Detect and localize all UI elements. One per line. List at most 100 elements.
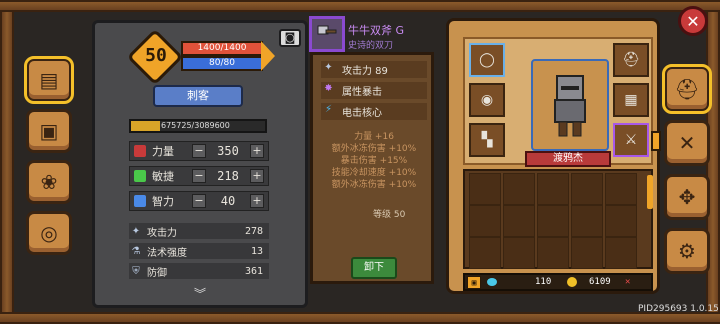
inventory-slot[interactable] bbox=[605, 205, 637, 237]
inventory-slot[interactable] bbox=[469, 173, 501, 205]
panel-handle[interactable] bbox=[651, 131, 661, 151]
gear-bag-icon: ❀ bbox=[40, 170, 58, 194]
crit-icon: ✸ bbox=[324, 83, 333, 94]
knight-avatar-icon bbox=[554, 75, 586, 137]
inventory-slot[interactable] bbox=[503, 205, 535, 237]
intelligence-minus-button[interactable]: − bbox=[192, 194, 206, 208]
tab-compass[interactable]: ✥ bbox=[664, 174, 710, 220]
combat-stat-defense: ⛨ 防御 361 bbox=[129, 263, 269, 279]
attribute-row-intelligence: 智力 − 40 + bbox=[129, 191, 269, 211]
scroll-down-icon[interactable]: ︾ bbox=[185, 285, 215, 301]
cross-mark-icon: ✕ bbox=[625, 277, 631, 287]
attribute-value: 218 bbox=[217, 169, 239, 183]
combat-stat-value: 361 bbox=[244, 265, 263, 277]
inventory-slot[interactable] bbox=[469, 205, 501, 237]
equip-slot-ring[interactable]: ◉ bbox=[469, 83, 505, 117]
combat-stat-value: 278 bbox=[244, 225, 263, 237]
item-detail-panel: ✦ 攻击力 89 ✸ 属性暴击 ⚡ 电击核心 力量 +16 额外冰冻伤害 +10… bbox=[310, 52, 434, 284]
top-wood-border bbox=[0, 0, 720, 12]
hp-bar: 1400/1400 bbox=[181, 41, 263, 56]
inventory-slot[interactable] bbox=[469, 237, 501, 269]
inventory-grid bbox=[463, 169, 653, 269]
exp-text: 675725/3089600 bbox=[161, 121, 230, 130]
item-detail-row-shock: ⚡ 电击核心 bbox=[321, 103, 427, 120]
attribute-row-agility: 敏捷 − 218 + bbox=[129, 166, 269, 186]
attribute-row-strength: 力量 − 350 + bbox=[129, 141, 269, 161]
attribute-label: 智力 bbox=[152, 195, 174, 208]
item-detail-row-attack: ✦ 攻击力 89 bbox=[321, 61, 427, 78]
strength-minus-button[interactable]: − bbox=[192, 144, 206, 158]
intelligence-plus-button[interactable]: + bbox=[250, 194, 264, 208]
combat-stat-spell-power: ⚗ 法术强度 13 bbox=[129, 243, 269, 259]
tab-helmet[interactable]: ⛑ bbox=[662, 64, 712, 114]
tab-gear-bag[interactable]: ❀ bbox=[26, 160, 72, 204]
class-button[interactable]: 刺客 bbox=[153, 85, 243, 107]
axe-icon bbox=[317, 25, 337, 35]
strength-icon bbox=[134, 145, 146, 157]
combat-stat-attack: ✦ 攻击力 278 bbox=[129, 223, 269, 239]
item-level: 等级 50 bbox=[373, 210, 406, 220]
inventory-slot[interactable] bbox=[537, 237, 569, 269]
unequip-button[interactable]: 卸下 bbox=[351, 257, 397, 279]
tab-settings[interactable]: ⚙ bbox=[664, 228, 710, 274]
settings-icon: ⚙ bbox=[678, 239, 696, 263]
gem-icon bbox=[487, 278, 497, 286]
strength-plus-button[interactable]: + bbox=[250, 144, 264, 158]
camera-icon: ◙ bbox=[284, 31, 296, 44]
necklace-icon: ◯ bbox=[479, 52, 495, 68]
inventory-slot[interactable] bbox=[571, 237, 603, 269]
inventory-slot[interactable] bbox=[537, 173, 569, 205]
inventory-scrollbar[interactable] bbox=[647, 175, 653, 209]
agility-minus-button[interactable]: − bbox=[192, 169, 206, 183]
item-name: 牛牛双斧 G bbox=[348, 24, 405, 37]
inventory-slot[interactable] bbox=[571, 205, 603, 237]
tab-book[interactable]: ▤ bbox=[24, 56, 74, 104]
equip-slot-helmet[interactable]: ⛑ bbox=[613, 43, 649, 77]
equip-slot-boots[interactable]: ▚ bbox=[469, 123, 505, 157]
wheel-icon: ◎ bbox=[40, 221, 58, 245]
item-subtitle: 史诗的双刀 bbox=[348, 41, 394, 51]
inventory-slot[interactable] bbox=[605, 237, 637, 269]
attribute-label: 力量 bbox=[152, 145, 174, 158]
left-tab-column: ▤ ▣ ❀ ◎ bbox=[24, 56, 74, 262]
agility-plus-button[interactable]: + bbox=[250, 169, 264, 183]
attribute-value: 40 bbox=[220, 194, 236, 208]
hero-portrait bbox=[531, 59, 609, 151]
inventory-slot[interactable] bbox=[503, 237, 535, 269]
level-number: 50 bbox=[145, 45, 167, 66]
attribute-value: 350 bbox=[217, 144, 239, 158]
helmet-icon: ⛑ bbox=[622, 52, 640, 68]
crossed-tools-icon: ✕ bbox=[678, 131, 696, 155]
character-stats-panel: 50 1400/1400 80/80 ◙ 刺客 675725/3089600 力… bbox=[92, 20, 308, 308]
right-tab-column: ⛑ ✕ ✥ ⚙ bbox=[662, 64, 712, 282]
tab-wheel[interactable]: ◎ bbox=[26, 211, 72, 255]
lightning-icon: ⚡ bbox=[324, 104, 333, 115]
hero-name: 渡鸦杰 bbox=[525, 151, 611, 167]
item-bonus-line: 额外冰冻伤害 +10% bbox=[331, 180, 417, 190]
bottom-wood-border bbox=[0, 312, 720, 324]
item-detail-label: 电击核心 bbox=[342, 108, 382, 119]
tab-chest[interactable]: ▣ bbox=[26, 109, 72, 153]
version-label: PID295693 1.0.15 bbox=[638, 304, 719, 314]
armor-icon: ▦ bbox=[624, 92, 638, 108]
tab-crossed-tools[interactable]: ✕ bbox=[664, 120, 710, 166]
combat-stat-label: 法术强度 bbox=[147, 247, 187, 259]
compass-icon: ✥ bbox=[678, 185, 696, 209]
equip-slot-armor[interactable]: ▦ bbox=[613, 83, 649, 117]
camera-button[interactable]: ◙ bbox=[279, 29, 301, 47]
chest-icon: ▣ bbox=[39, 119, 59, 143]
inventory-slot[interactable] bbox=[571, 173, 603, 205]
equip-slot-necklace[interactable]: ◯ bbox=[469, 43, 505, 77]
helmet-icon: ⛑ bbox=[674, 77, 700, 101]
inventory-slot[interactable] bbox=[537, 205, 569, 237]
lock-icon[interactable]: ▣ bbox=[467, 276, 481, 289]
inventory-slot[interactable] bbox=[503, 173, 535, 205]
sword-icon: ✦ bbox=[131, 225, 141, 237]
close-button[interactable]: ✕ bbox=[678, 6, 708, 36]
axe-icon: ⚔ bbox=[624, 132, 638, 148]
inventory-slot[interactable] bbox=[605, 173, 637, 205]
equip-slot-weapon[interactable]: ⚔ bbox=[613, 123, 649, 157]
agility-icon bbox=[134, 170, 146, 182]
boots-icon: ▚ bbox=[481, 132, 493, 148]
left-wood-strip bbox=[0, 12, 14, 312]
